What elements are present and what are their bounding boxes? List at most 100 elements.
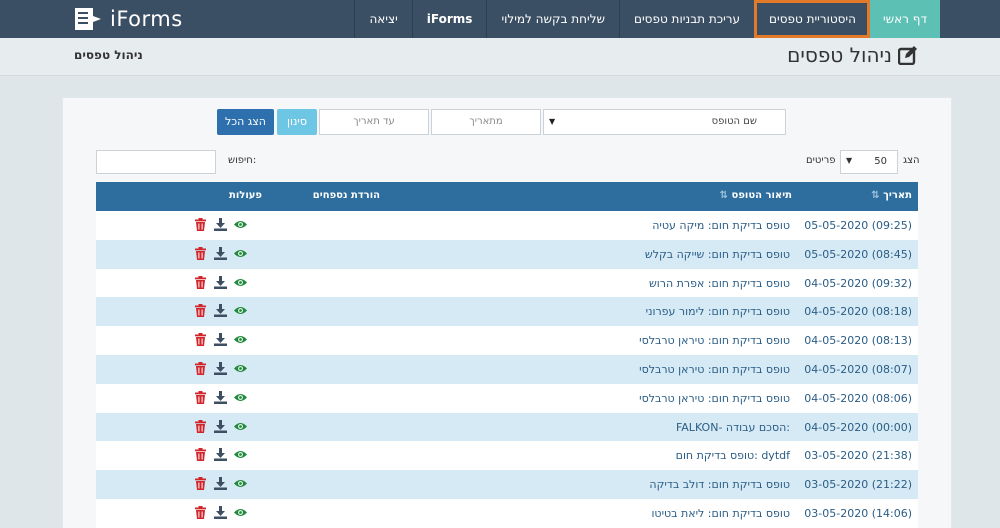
table-row: 04-05-2020 (08:18) טופס בדיקת חום: לימור …: [96, 297, 918, 327]
nav-item-logout[interactable]: יציאה: [354, 0, 411, 38]
table-row: 04-05-2020 (08:13) טופס בדיקת חום: טיראן …: [96, 326, 918, 355]
edit-icon: [898, 46, 917, 65]
row-actions: [194, 477, 247, 491]
top-navbar: iForms דף ראשי היסטוריית טפסים עריכת תבנ…: [0, 0, 1000, 38]
download-icon[interactable]: [214, 275, 227, 289]
eye-icon[interactable]: [234, 247, 247, 260]
column-header-actions: פעולות: [229, 190, 262, 201]
nav-item-home[interactable]: דף ראשי: [869, 0, 940, 38]
download-icon[interactable]: [214, 390, 227, 404]
download-icon[interactable]: [214, 361, 227, 375]
eye-icon[interactable]: [234, 304, 247, 317]
page-title: ניהול טפסים: [787, 43, 918, 67]
trash-icon[interactable]: [194, 390, 207, 404]
table-body: 05-05-2020 (09:25) טופס בדיקת חום: מיקה ע…: [96, 211, 918, 528]
sort-icon: ⇅: [871, 190, 880, 201]
column-header-date[interactable]: ⇅ תאריך: [867, 190, 912, 201]
nav-item-edit-templates[interactable]: עריכת תבניות טפסים: [619, 0, 754, 38]
column-header-description-label: תיאור הטופס: [731, 190, 792, 201]
cell-description[interactable]: טופס בדיקת חום: אפרת הרוש: [649, 277, 790, 290]
download-icon[interactable]: [214, 505, 227, 519]
row-actions: [194, 390, 247, 404]
table-row: 04-05-2020 (09:32) טופס בדיקת חום: אפרת ה…: [96, 268, 918, 298]
table-row: 03-05-2020 (21:22) טופס בדיקת חום: דולב ב…: [96, 470, 918, 499]
app-logo[interactable]: iForms: [74, 6, 183, 32]
table-row: 04-05-2020 (08:07) טופס בדיקת חום: טיראן …: [96, 354, 918, 384]
table-row: 05-05-2020 (08:45) טופס בדיקת חום: שייקה …: [96, 239, 918, 269]
column-header-attachments: הורדת נספחים: [312, 190, 380, 201]
nav-item-iforms[interactable]: iForms: [411, 0, 487, 38]
page-size-select[interactable]: ▼ 50: [840, 150, 898, 174]
table-controls: חיפוש: פריטים ▼ 50 הצג: [0, 150, 1000, 174]
search-input[interactable]: [96, 150, 216, 174]
template-select-label: שם הטופס: [711, 116, 757, 127]
template-select[interactable]: ▼ שם הטופס: [543, 109, 786, 135]
row-actions: [194, 448, 247, 462]
trash-icon[interactable]: [194, 304, 207, 318]
eye-icon[interactable]: [234, 276, 247, 289]
download-icon[interactable]: [214, 477, 227, 491]
cell-description[interactable]: FALKON- הסכם עבודה:: [676, 421, 790, 434]
trash-icon[interactable]: [194, 361, 207, 375]
table-row: 04-05-2020 (08:06) טופס בדיקת חום: טיראן …: [96, 383, 918, 413]
eye-icon[interactable]: [234, 506, 247, 519]
table-header: ⇅ תאריך ⇅ תיאור הטופס הורדת נספחים פעולו…: [96, 182, 918, 211]
table-row: 05-05-2020 (09:25) טופס בדיקת חום: מיקה ע…: [96, 211, 918, 240]
search-label: חיפוש:: [228, 155, 257, 166]
logo-form-icon: [75, 8, 101, 30]
cell-date: 04-05-2020 (08:06): [804, 391, 912, 405]
eye-icon[interactable]: [234, 420, 247, 433]
download-icon[interactable]: [214, 304, 227, 318]
cell-description[interactable]: טופס בדיקת חום: טיראן טרבלסי: [639, 334, 790, 347]
cell-description[interactable]: טופס בדיקת חום: מיקה עטיה: [652, 219, 790, 232]
chevron-down-icon: ▼: [846, 156, 853, 165]
eye-icon[interactable]: [234, 448, 247, 461]
nav-item-send-request[interactable]: שליחת בקשה למילוי: [486, 0, 619, 38]
show-all-button[interactable]: הצג הכל: [217, 109, 274, 135]
cell-description[interactable]: טופס בדיקת חום: טיראן טרבלסי: [639, 363, 790, 376]
trash-icon[interactable]: [194, 333, 207, 347]
cell-description[interactable]: טופס בדיקת חום: לימור עפרוני: [646, 305, 790, 318]
cell-description[interactable]: טופס בדיקת חום: שייקה בקלש: [645, 248, 790, 261]
nav-item-forms-history[interactable]: היסטוריית טפסים: [754, 0, 870, 38]
rows-label: פריטים: [806, 155, 836, 166]
cell-description[interactable]: טופס בדיקת חום: ליאת בטיטו: [651, 507, 790, 520]
eye-icon[interactable]: [234, 218, 247, 231]
cell-date: 03-05-2020 (21:38): [804, 449, 912, 463]
column-header-date-label: תאריך: [883, 190, 912, 201]
row-actions: [194, 505, 247, 519]
cell-description[interactable]: טופס בדיקת חום: dytdf: [676, 449, 790, 462]
breadcrumb[interactable]: ניהול טפסים: [74, 48, 143, 62]
download-icon[interactable]: [214, 218, 227, 231]
cell-date: 04-05-2020 (08:07): [804, 362, 912, 376]
download-icon[interactable]: [214, 419, 227, 433]
download-icon[interactable]: [214, 448, 227, 462]
eye-icon[interactable]: [234, 477, 247, 490]
row-actions: [194, 218, 247, 231]
sort-icon: ⇅: [719, 190, 729, 201]
eye-icon[interactable]: [234, 391, 247, 404]
eye-icon[interactable]: [234, 362, 247, 375]
trash-icon[interactable]: [194, 218, 207, 231]
filter-button[interactable]: סינון: [277, 109, 317, 135]
row-actions: [194, 304, 247, 318]
row-actions: [194, 333, 247, 347]
trash-icon[interactable]: [194, 448, 207, 462]
download-icon[interactable]: [214, 333, 227, 347]
cell-description[interactable]: טופס בדיקת חום: טיראן טרבלסי: [639, 392, 790, 405]
show-label: הצג: [903, 155, 920, 166]
eye-icon[interactable]: [234, 333, 247, 346]
table-row: 03-05-2020 (21:38) טופס בדיקת חום: dytdf: [96, 441, 918, 471]
from-date-input[interactable]: מתאריך: [431, 109, 541, 135]
trash-icon[interactable]: [194, 477, 207, 491]
trash-icon[interactable]: [194, 246, 207, 260]
trash-icon[interactable]: [194, 419, 207, 433]
column-header-description[interactable]: ⇅ תיאור הטופס: [716, 190, 792, 201]
trash-icon[interactable]: [194, 505, 207, 519]
to-date-input[interactable]: עד תאריך: [319, 109, 429, 135]
cell-description[interactable]: טופס בדיקת חום: דולב בדיקה: [649, 478, 790, 491]
cell-date: 04-05-2020 (09:32): [804, 276, 912, 290]
table-row: 03-05-2020 (14:06) טופס בדיקת חום: ליאת ב…: [96, 498, 918, 528]
download-icon[interactable]: [214, 246, 227, 260]
trash-icon[interactable]: [194, 275, 207, 289]
